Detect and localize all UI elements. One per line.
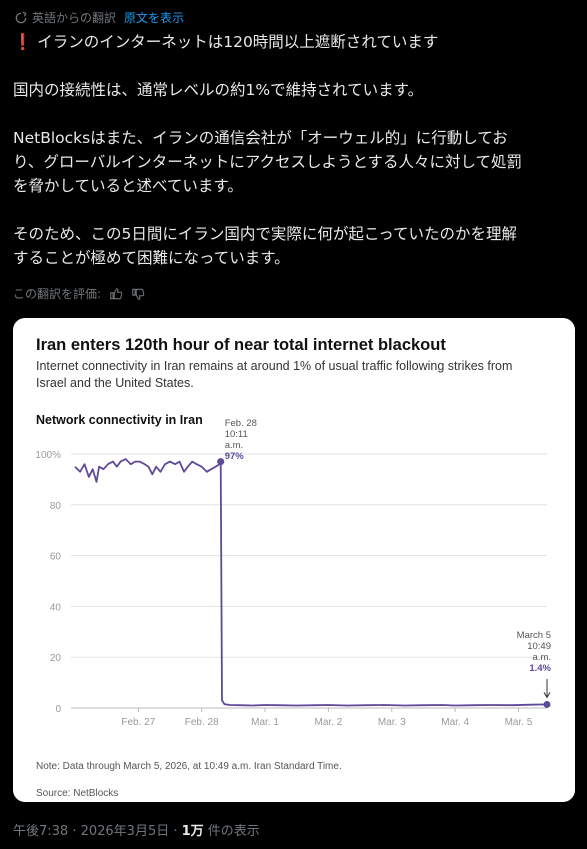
post-line: ❗ イランのインターネットは120時間以上遮断されています [13, 33, 439, 51]
show-original-link[interactable]: 原文を表示 [124, 9, 184, 26]
chart-card[interactable]: Iran enters 120th hour of near total int… [13, 318, 575, 802]
annotation-label: Feb. 28 [225, 418, 257, 429]
x-tick-label: Mar. 4 [441, 717, 469, 728]
post-line: り、グローバルインターネットにアクセスしようとする人々に対して処罰 [13, 153, 523, 171]
annotation-label: 10:11 [225, 429, 248, 440]
refresh-icon [15, 11, 27, 23]
thumbs-up-icon[interactable] [109, 287, 123, 301]
rate-translation-row: この翻訳を評価: [13, 285, 145, 302]
chart-note: Note: Data through March 5, 2026, at 10:… [36, 761, 342, 772]
annotation-label: a.m. [225, 440, 243, 451]
view-count: 1万 [181, 824, 204, 839]
annotation-label: March 5 [517, 630, 551, 641]
y-tick-label: 100% [35, 450, 61, 461]
post-text: ❗ イランのインターネットは120時間以上遮断されています 国内の接続性は、通常レ… [13, 30, 575, 270]
translation-label: 英語からの翻訳 [32, 11, 117, 25]
post-line: を脅かしていると述べています。 [13, 177, 243, 195]
annotation-value: 97% [225, 451, 245, 462]
post-line: NetBlocksはまた、イランの通信会社が「オーウェル的」に行動してお [13, 129, 508, 147]
thumbs-down-icon[interactable] [131, 287, 145, 301]
y-tick-label: 0 [55, 704, 61, 715]
chart-section-label: Network connectivity in Iran [36, 413, 203, 427]
annotation-label: 10:49 [527, 641, 551, 652]
rate-translation-label: この翻訳を評価: [13, 287, 102, 301]
x-tick-label: Mar. 2 [315, 717, 343, 728]
annotation-point [217, 458, 225, 466]
chart-subtitle-line-2: Israel and the United States. [36, 376, 194, 390]
series-line [74, 458, 548, 707]
plot-area: 0 20 40 60 80 100% Feb. 27 Feb. 28 Mar. 1 Mar. 2 M… [35, 418, 551, 728]
translation-bar: 英語からの翻訳 原文を表示 [14, 9, 184, 26]
y-tick-label: 80 [50, 501, 62, 512]
y-tick-label: 20 [50, 653, 62, 664]
annotation-value: 1.4% [529, 663, 551, 674]
view-count-suffix: 件の表示 [203, 824, 260, 839]
x-tick-label: Mar. 3 [378, 717, 406, 728]
post-footer: 午後7:38 · 2026年3月5日 · 1万 件の表示 [13, 820, 260, 839]
chart-source: Source: NetBlocks [36, 788, 118, 799]
x-tick-label: Mar. 5 [505, 717, 533, 728]
x-tick-label: Feb. 27 [121, 717, 155, 728]
y-tick-label: 40 [50, 602, 62, 613]
chart-subtitle-line-1: Internet connectivity in Iran remains at… [36, 359, 512, 373]
post-line: 国内の接続性は、通常レベルの約1%で維持されています。 [13, 81, 424, 99]
x-tick-label: Feb. 28 [185, 717, 219, 728]
post-line: することが極めて困難になっています。 [13, 249, 290, 267]
x-tick-label: Mar. 1 [251, 717, 279, 728]
connectivity-chart: Iran enters 120th hour of near total int… [35, 336, 551, 799]
post-line: そのため、この5日間にイラン国内で実際に何が起こっていたのかを理解 [13, 225, 518, 243]
chart-title: Iran enters 120th hour of near total int… [36, 336, 446, 354]
y-tick-label: 60 [50, 552, 62, 563]
annotation-label: a.m. [533, 652, 551, 663]
post-timestamp[interactable]: 午後7:38 · 2026年3月5日 · [13, 824, 182, 839]
annotation-point [543, 700, 551, 708]
